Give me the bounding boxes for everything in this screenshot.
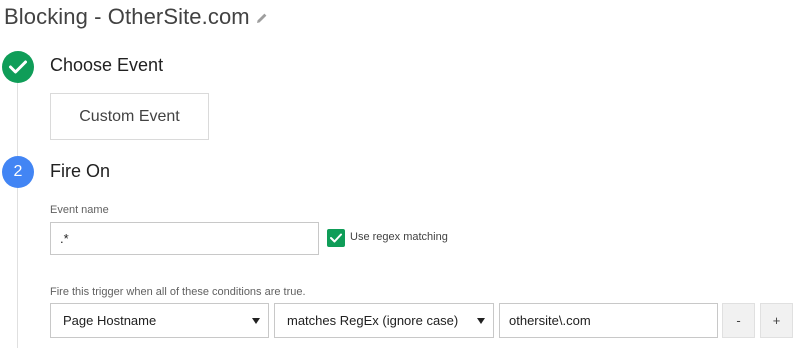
- page-header: Blocking - OtherSite.com: [4, 2, 268, 32]
- chevron-down-icon: [477, 318, 485, 324]
- condition-value-text: othersite\.com: [509, 313, 591, 328]
- event-type-label: Custom Event: [79, 107, 180, 125]
- pencil-icon[interactable]: [256, 11, 268, 23]
- event-name-input[interactable]: .*: [50, 222, 319, 255]
- conditions-label: Fire this trigger when all of these cond…: [50, 286, 306, 298]
- step-rail: [17, 66, 18, 348]
- condition-variable-value: Page Hostname: [63, 313, 157, 328]
- use-regex-checkbox[interactable]: [327, 229, 345, 247]
- step-title-choose-event: Choose Event: [50, 55, 164, 75]
- condition-variable-select[interactable]: Page Hostname: [50, 303, 269, 338]
- step-number-badge: 2: [2, 156, 34, 188]
- event-type-selector[interactable]: Custom Event: [50, 93, 209, 140]
- page-title: Blocking - OtherSite.com: [4, 4, 250, 29]
- event-name-value: .*: [60, 231, 69, 246]
- chevron-down-icon: [252, 318, 260, 324]
- condition-operator-value: matches RegEx (ignore case): [287, 313, 459, 328]
- add-condition-button[interactable]: +: [760, 303, 793, 338]
- step-complete-check-icon: [2, 51, 34, 83]
- remove-condition-button[interactable]: -: [722, 303, 755, 338]
- condition-operator-select[interactable]: matches RegEx (ignore case): [274, 303, 494, 338]
- condition-value-input[interactable]: othersite\.com: [499, 303, 718, 338]
- step-title-fire-on: Fire On: [50, 161, 111, 181]
- event-name-label: Event name: [50, 204, 109, 216]
- use-regex-label: Use regex matching: [350, 231, 448, 243]
